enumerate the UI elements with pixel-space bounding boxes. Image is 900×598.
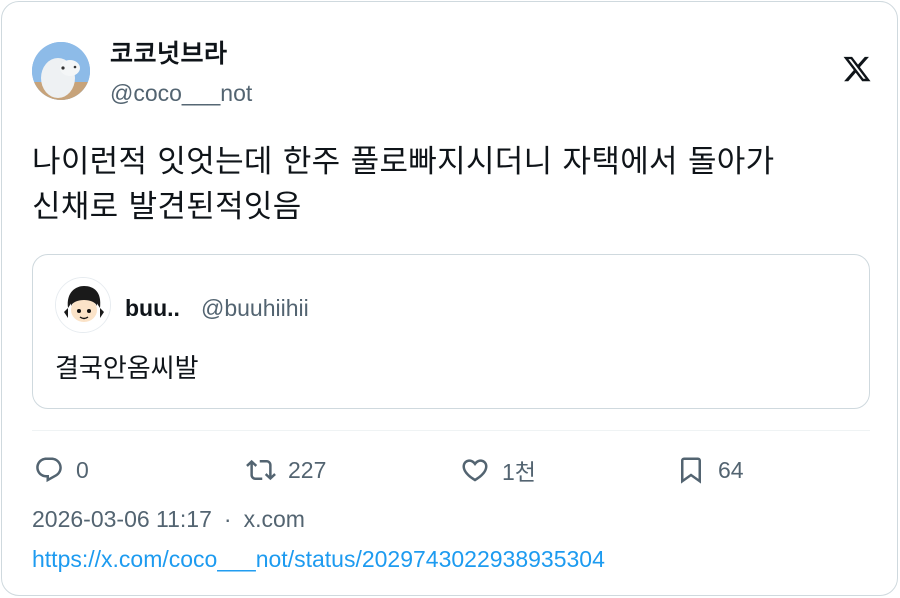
tweet-text-line: 신채로 발견된적잇음	[32, 189, 302, 225]
status-url-link[interactable]: https://x.com/coco___not/status/20297430…	[32, 544, 605, 574]
bookmark-count: 64	[718, 456, 744, 483]
timestamp[interactable]: 2026-03-06 11:17	[32, 504, 212, 534]
divider	[32, 430, 870, 431]
like-count: 1천	[502, 459, 536, 485]
quoted-tweet[interactable]: buu.. @buuhiihii 결국안옴씨발	[32, 254, 870, 409]
bookmark-icon	[676, 455, 706, 485]
tweet-card: 코코넛브라 @coco___not 나이런적 잇엇는데 한주 풀로빠지시더니 자…	[1, 1, 898, 596]
like-button[interactable]: 1천	[460, 454, 536, 486]
author-avatar[interactable]	[32, 42, 90, 100]
retweet-count: 227	[288, 456, 327, 483]
tweet-text: 나이런적 잇엇는데 한주 풀로빠지시더니 자택에서 돌아가 신채로 발견된적잇음	[32, 140, 872, 230]
quoted-display-name[interactable]: buu..	[125, 293, 180, 323]
reply-button[interactable]: 0	[34, 454, 89, 486]
speech-bubble-icon	[34, 455, 64, 485]
retweet-arrows-icon	[246, 455, 276, 485]
retweet-button[interactable]: 227	[246, 454, 326, 486]
reply-count: 0	[76, 456, 89, 483]
quoted-text: 결국안옴씨발	[55, 354, 199, 384]
heart-icon	[460, 455, 490, 485]
author-handle[interactable]: @coco___not	[110, 78, 252, 108]
tweet-meta: 2026-03-06 11:17 · x.com	[32, 504, 305, 534]
tweet-text-line: 나이런적 잇엇는데 한주 풀로빠지시더니 자택에서 돌아가	[32, 144, 775, 180]
x-logo-icon[interactable]	[842, 54, 872, 84]
meta-separator: ·	[223, 506, 232, 532]
source-link[interactable]: x.com	[244, 504, 305, 534]
author-display-name[interactable]: 코코넛브라	[110, 38, 228, 70]
quoted-handle[interactable]: @buuhiihii	[201, 293, 309, 323]
quoted-author-avatar[interactable]	[55, 277, 111, 333]
bookmark-button[interactable]: 64	[676, 454, 744, 486]
